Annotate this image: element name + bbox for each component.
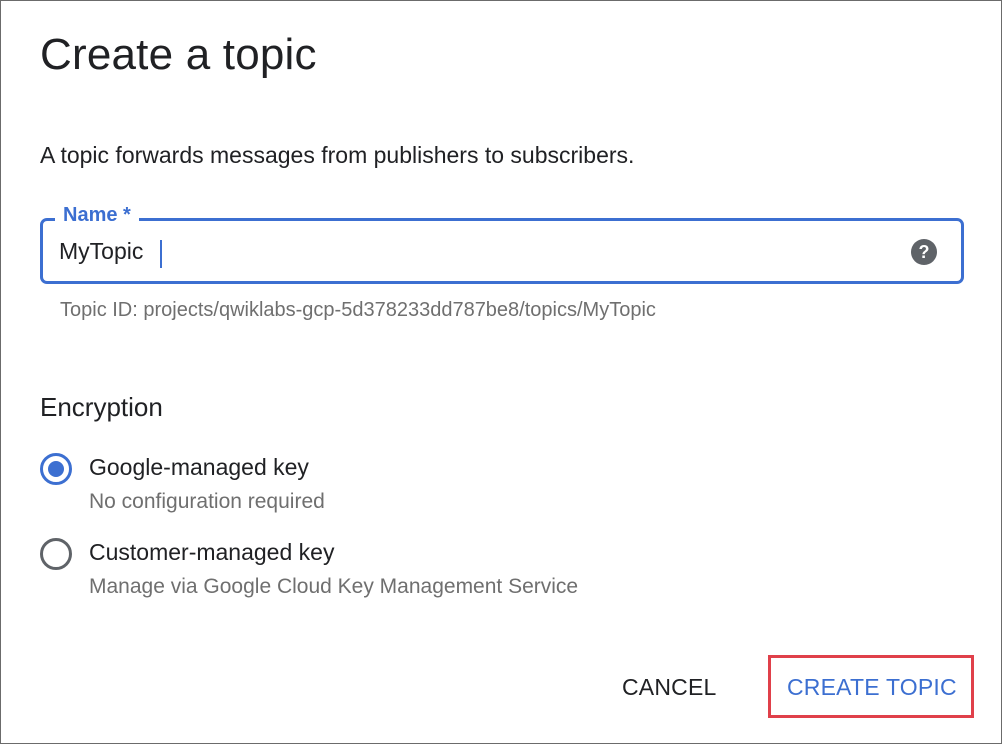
create-topic-dialog: Create a topic A topic forwards messages… — [0, 0, 1002, 744]
radio-label-customer-managed-key: Customer-managed key — [89, 539, 335, 565]
name-field[interactable]: Name * ? — [40, 203, 964, 284]
create-topic-highlight-box: CREATE TOPIC — [768, 655, 974, 718]
radio-label-google-managed-key: Google-managed key — [89, 454, 309, 480]
dialog-description: A topic forwards messages from publisher… — [40, 142, 635, 168]
encryption-heading: Encryption — [40, 392, 163, 422]
radio-option-customer-managed-key[interactable]: Customer-managed key Manage via Google C… — [40, 536, 680, 606]
radio-button-selected-icon[interactable] — [40, 453, 72, 485]
create-topic-button[interactable]: CREATE TOPIC — [787, 673, 957, 701]
topic-id-hint: Topic ID: projects/qwiklabs-gcp-5d378233… — [60, 299, 656, 321]
name-field-label: Name * — [55, 203, 139, 227]
dialog-title: Create a topic — [40, 30, 317, 79]
text-cursor — [160, 240, 162, 268]
cancel-button[interactable]: CANCEL — [622, 673, 717, 701]
name-input[interactable] — [59, 233, 879, 269]
radio-option-google-managed-key[interactable]: Google-managed key No configuration requ… — [40, 451, 680, 521]
radio-sublabel-customer-managed-key: Manage via Google Cloud Key Management S… — [89, 575, 579, 598]
radio-sublabel-google-managed-key: No configuration required — [89, 490, 325, 513]
radio-button-unselected-icon[interactable] — [40, 538, 72, 570]
help-icon[interactable]: ? — [911, 239, 937, 265]
